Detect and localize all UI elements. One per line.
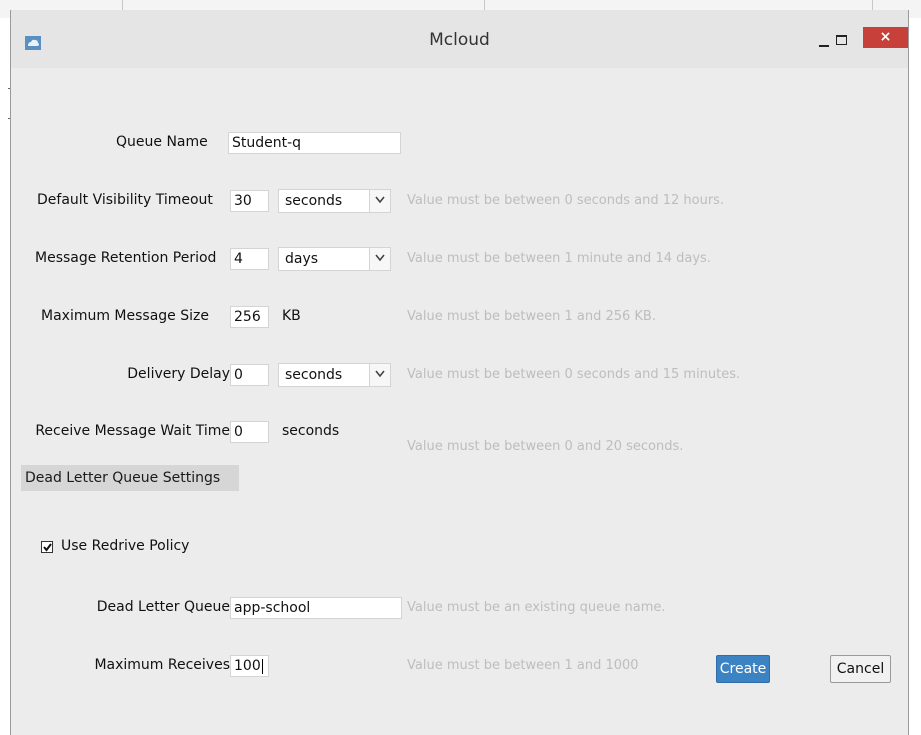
cancel-button[interactable]: Cancel: [830, 655, 891, 683]
max-message-size-input[interactable]: 256: [230, 306, 269, 328]
visibility-timeout-label: Default Visibility Timeout: [37, 192, 213, 208]
delivery-delay-hint: Value must be between 0 seconds and 15 m…: [407, 367, 741, 382]
retention-period-unit-select[interactable]: days: [278, 247, 391, 271]
max-receives-hint: Value must be between 1 and 1000: [407, 658, 639, 673]
use-redrive-policy-checkbox[interactable]: [41, 541, 53, 553]
minimize-icon[interactable]: [817, 34, 831, 48]
chevron-down-icon[interactable]: [369, 364, 390, 386]
receive-wait-time-hint: Value must be between 0 and 20 seconds.: [407, 439, 684, 454]
close-icon[interactable]: ×: [863, 27, 908, 48]
max-receives-label: Maximum Receives: [94, 657, 230, 673]
delivery-delay-unit-select[interactable]: seconds: [278, 363, 391, 387]
max-message-size-unit: KB: [282, 308, 301, 324]
create-button[interactable]: Create: [716, 655, 770, 683]
queue-name-input[interactable]: Student-q: [228, 132, 401, 154]
visibility-timeout-input[interactable]: 30: [230, 190, 269, 212]
delivery-delay-unit-value: seconds: [285, 367, 343, 383]
visibility-timeout-unit-value: seconds: [285, 193, 343, 209]
retention-period-unit-value: days: [285, 251, 319, 267]
receive-wait-time-label: Receive Message Wait Time: [35, 423, 230, 439]
form-panel: Queue Name Student-q Default Visibility …: [11, 68, 908, 735]
chevron-down-icon[interactable]: [369, 190, 390, 212]
max-receives-value: 100: [234, 658, 261, 674]
dead-letter-queue-hint: Value must be an existing queue name.: [407, 600, 666, 615]
title-bar[interactable]: Mcloud ×: [11, 10, 908, 68]
chevron-down-icon[interactable]: [369, 248, 390, 270]
maximize-icon[interactable]: [834, 32, 848, 46]
dead-letter-queue-label: Dead Letter Queue: [96, 599, 230, 615]
max-receives-input[interactable]: 100: [230, 655, 269, 677]
retention-period-label: Message Retention Period: [35, 250, 217, 266]
checkmark-icon: [43, 543, 52, 552]
receive-wait-time-unit: seconds: [282, 423, 340, 439]
max-message-size-hint: Value must be between 1 and 256 KB.: [407, 309, 656, 324]
max-message-size-label: Maximum Message Size: [41, 308, 209, 324]
text-cursor: [261, 658, 263, 674]
queue-name-label: Queue Name: [116, 134, 208, 150]
dead-letter-section-header: Dead Letter Queue Settings: [21, 465, 239, 491]
receive-wait-time-input[interactable]: 0: [230, 421, 269, 443]
visibility-timeout-hint: Value must be between 0 seconds and 12 h…: [407, 193, 725, 208]
dead-letter-queue-input[interactable]: app-school: [230, 597, 402, 619]
mcloud-dialog-window: Mcloud × Queue Name Student-q Default Vi…: [10, 10, 909, 735]
use-redrive-policy-label[interactable]: Use Redrive Policy: [61, 538, 189, 554]
delivery-delay-input[interactable]: 0: [230, 364, 269, 386]
window-title: Mcloud: [429, 30, 490, 50]
visibility-timeout-unit-select[interactable]: seconds: [278, 189, 391, 213]
retention-period-hint: Value must be between 1 minute and 14 da…: [407, 251, 711, 266]
delivery-delay-label: Delivery Delay: [127, 366, 230, 382]
retention-period-input[interactable]: 4: [230, 248, 269, 270]
